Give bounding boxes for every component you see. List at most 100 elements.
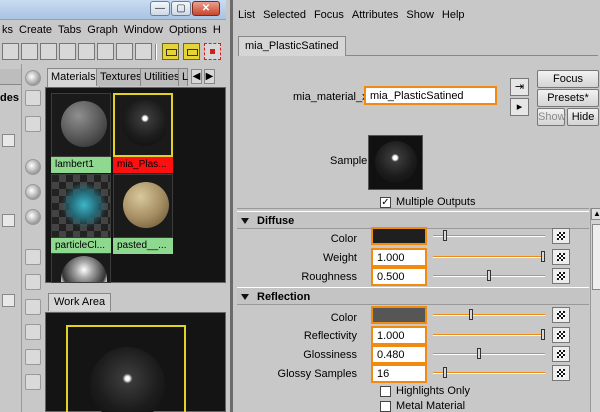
map-texture-icon[interactable] (552, 307, 570, 323)
tab-materials[interactable]: Materials (47, 68, 100, 87)
hide-button[interactable]: Hide (567, 108, 599, 126)
material-swatch-pasted[interactable]: pasted__... (113, 174, 173, 254)
tool-icon[interactable] (78, 43, 95, 60)
panel-checkbox[interactable] (2, 214, 15, 227)
graph-input-output-icon[interactable] (162, 43, 179, 60)
material-swatch-partial[interactable] (51, 253, 111, 283)
menu-help[interactable]: H (211, 22, 225, 36)
glossiness-slider[interactable] (433, 348, 545, 359)
reflectivity-field[interactable]: 1.000 (371, 326, 427, 345)
show-button[interactable]: Show (537, 108, 566, 126)
panel-checkbox[interactable] (2, 134, 15, 147)
tool-icon[interactable] (40, 43, 57, 60)
slider-thumb[interactable] (443, 367, 447, 378)
panel-checkbox[interactable] (2, 294, 15, 307)
metal-material-checkbox[interactable] (380, 401, 391, 412)
menu-help[interactable]: Help (437, 6, 468, 21)
map-texture-icon[interactable] (552, 346, 570, 362)
create-node-icon[interactable] (25, 299, 41, 315)
tool-icon[interactable] (21, 43, 38, 60)
reflectivity-slider[interactable] (433, 329, 545, 340)
reflection-color-slider[interactable] (433, 309, 545, 320)
slider-thumb[interactable] (541, 329, 545, 340)
create-node-icon[interactable] (25, 116, 41, 132)
scrollbar-thumb[interactable] (592, 224, 600, 290)
create-node-icon[interactable] (25, 249, 41, 265)
tool-icon[interactable] (97, 43, 114, 60)
slider-thumb[interactable] (443, 230, 447, 241)
menu-graph[interactable]: Graph (85, 22, 122, 36)
menu-selected[interactable]: Selected (258, 6, 309, 21)
highlights-only-checkbox[interactable] (380, 386, 391, 397)
menu-window[interactable]: Window (122, 22, 167, 36)
create-node-icon[interactable] (25, 349, 41, 365)
material-swatch-particle-cloud[interactable]: particleCl... (51, 174, 111, 254)
menu-show[interactable]: Show (401, 6, 437, 21)
slider-thumb[interactable] (541, 251, 545, 262)
menu-list[interactable]: List (233, 6, 258, 21)
reflection-color-swatch[interactable] (371, 306, 427, 324)
maximize-button[interactable]: ▢ (171, 1, 191, 16)
close-button[interactable]: ✕ (192, 1, 220, 16)
diffuse-color-slider[interactable] (433, 230, 545, 241)
clear-graph-icon[interactable] (204, 43, 221, 60)
left-panel-tab[interactable] (0, 69, 21, 85)
create-sphere-icon[interactable] (25, 209, 41, 225)
go-to-input-icon[interactable]: ⇥ (510, 78, 529, 96)
minimize-button[interactable]: — (150, 1, 170, 16)
slider-thumb[interactable] (469, 309, 473, 320)
node-name-field[interactable]: mia_PlasticSatined (364, 86, 497, 105)
menu-focus[interactable]: Focus (309, 6, 347, 21)
map-texture-icon[interactable] (552, 327, 570, 343)
diffuse-weight-slider[interactable] (433, 251, 545, 262)
diffuse-roughness-slider[interactable] (433, 270, 545, 281)
tool-icon[interactable] (116, 43, 133, 60)
tool-icon[interactable] (135, 43, 152, 60)
create-node-icon[interactable] (25, 90, 41, 106)
presets-button[interactable]: Presets* (537, 89, 599, 107)
work-area-canvas[interactable] (45, 312, 226, 412)
tool-icon[interactable] (59, 43, 76, 60)
menu-create[interactable]: Create (17, 22, 56, 36)
shader-node[interactable] (66, 325, 186, 412)
tab-scroll-left-icon[interactable]: ◀ (191, 69, 202, 84)
diffuse-roughness-field[interactable]: 0.500 (371, 267, 427, 286)
tab-work-area[interactable]: Work Area (48, 293, 112, 311)
tab-lights[interactable]: L (178, 68, 188, 86)
menu-tabs[interactable]: Tabs (56, 22, 85, 36)
create-sphere-icon[interactable] (25, 184, 41, 200)
map-texture-icon[interactable] (552, 228, 570, 244)
tool-icon[interactable] (2, 43, 19, 60)
create-node-icon[interactable] (25, 274, 41, 290)
scroll-up-icon[interactable]: ▲ (591, 208, 600, 220)
tab-node[interactable]: mia_PlasticSatined (238, 36, 346, 56)
material-swatch-mia-plastic[interactable]: mia_Plas... (113, 93, 173, 173)
glossy-samples-field[interactable]: 16 (371, 364, 427, 383)
section-reflection-header[interactable]: Reflection (237, 287, 589, 305)
tab-textures[interactable]: Textures (96, 68, 146, 86)
create-node-icon[interactable] (25, 374, 41, 390)
map-texture-icon[interactable] (552, 365, 570, 381)
slider-thumb[interactable] (487, 270, 491, 281)
glossiness-field[interactable]: 0.480 (371, 345, 427, 364)
glossy-samples-slider[interactable] (433, 367, 545, 378)
menu-options[interactable]: Options (167, 22, 211, 36)
create-sphere-icon[interactable] (25, 159, 41, 175)
create-sphere-icon[interactable] (25, 70, 41, 86)
map-texture-icon[interactable] (552, 249, 570, 265)
tab-utilities[interactable]: Utilities (140, 68, 184, 86)
graph-network-icon[interactable] (183, 43, 200, 60)
diffuse-color-swatch[interactable] (371, 227, 427, 245)
menu-attributes[interactable]: Attributes (347, 6, 401, 21)
multiple-outputs-checkbox[interactable]: ✓ (380, 197, 391, 208)
tab-scroll-right-icon[interactable]: ▶ (204, 69, 215, 84)
focus-button[interactable]: Focus (537, 70, 599, 88)
slider-thumb[interactable] (477, 348, 481, 359)
attribute-scrollbar[interactable]: ▲ (590, 208, 600, 412)
go-to-output-icon[interactable]: ▸ (510, 98, 529, 116)
menu-ks[interactable]: ks (0, 22, 17, 36)
map-texture-icon[interactable] (552, 268, 570, 284)
create-node-icon[interactable] (25, 324, 41, 340)
material-swatch-lambert1[interactable]: lambert1 (51, 93, 111, 173)
diffuse-weight-field[interactable]: 1.000 (371, 248, 427, 267)
